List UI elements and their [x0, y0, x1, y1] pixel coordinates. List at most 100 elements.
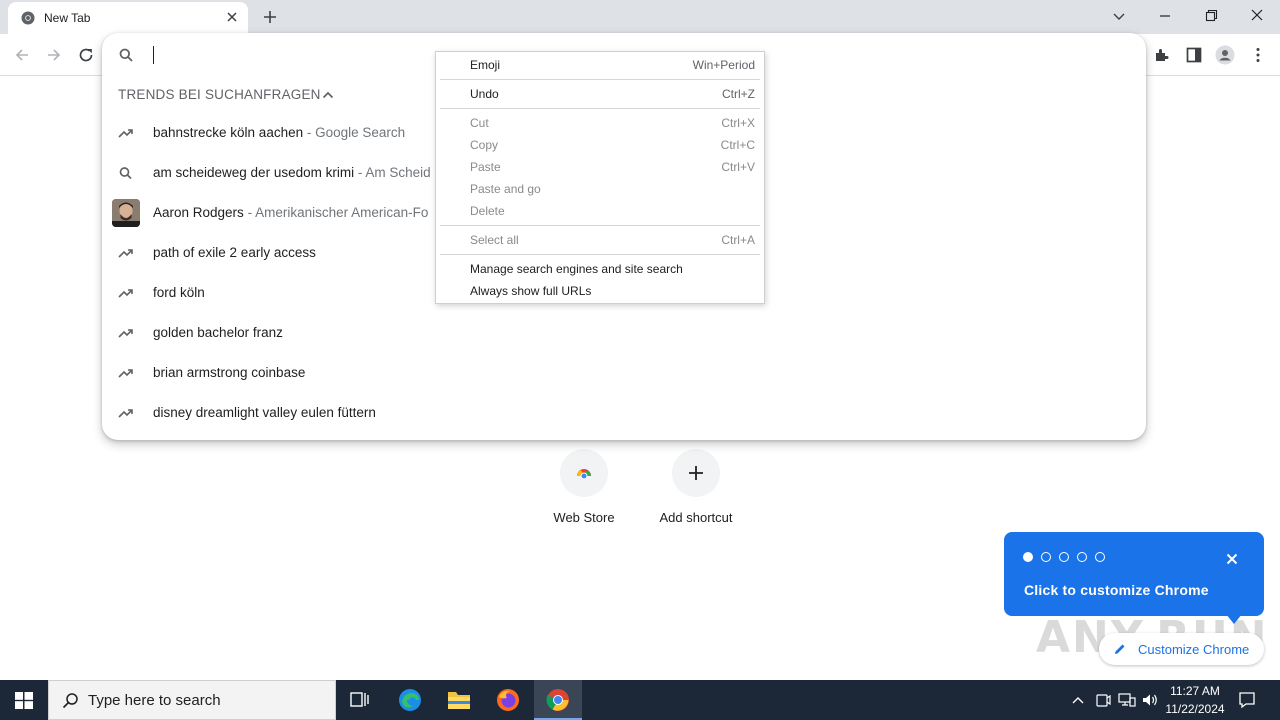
menu-item-shortcut: Ctrl+X	[721, 116, 755, 130]
suggestion-row[interactable]: golden bachelor franz	[102, 313, 1146, 353]
menu-item-label: Paste	[470, 160, 501, 174]
omnibox-input[interactable]	[153, 46, 154, 64]
trending-icon	[118, 289, 133, 298]
windows-taskbar: Type here to search 11:27 AM 11/22/2024	[0, 680, 1280, 720]
menu-item-label: Manage search engines and site search	[470, 262, 683, 276]
shortcut-label: Web Store	[553, 510, 615, 525]
taskbar-search-box[interactable]: Type here to search	[48, 680, 336, 720]
menu-item-manage-search-engines[interactable]: Manage search engines and site search	[436, 258, 764, 280]
clock-time[interactable]: 11:27 AM	[1160, 684, 1230, 698]
windows-start-icon[interactable]	[15, 692, 33, 709]
network-icon[interactable]	[1118, 692, 1136, 708]
trending-icon	[118, 249, 133, 258]
new-tab-plus-icon[interactable]	[260, 7, 280, 27]
taskbar-app-chrome[interactable]	[534, 680, 582, 720]
suggestion-subtext: - Google Search	[303, 125, 406, 140]
volume-icon[interactable]	[1141, 692, 1159, 708]
back-icon[interactable]	[12, 45, 32, 65]
close-icon[interactable]	[1226, 553, 1238, 565]
menu-item-shortcut: Ctrl+C	[720, 138, 755, 152]
edge-icon	[399, 689, 421, 711]
tab-title: New Tab	[44, 11, 91, 25]
step-dot	[1041, 552, 1051, 562]
trending-icon	[118, 369, 133, 378]
menu-item-label: Always show full URLs	[470, 284, 592, 298]
suggestion-text: bahnstrecke köln aachen	[153, 125, 304, 140]
taskbar-search-placeholder: Type here to search	[88, 692, 221, 709]
tab-strip: New Tab	[0, 0, 1280, 34]
profile-avatar-icon[interactable]	[1215, 45, 1235, 65]
close-window-icon[interactable]	[1245, 6, 1269, 26]
notifications-icon[interactable]	[1238, 691, 1256, 709]
search-icon	[119, 48, 133, 62]
menu-item-select-all[interactable]: Select all Ctrl+A	[436, 229, 764, 251]
menu-item-delete[interactable]: Delete	[436, 200, 764, 222]
avatar	[112, 199, 140, 227]
shortcut-label: Add shortcut	[659, 510, 733, 525]
menu-item-paste[interactable]: Paste Ctrl+V	[436, 156, 764, 178]
suggestion-row[interactable]: brian armstrong coinbase	[102, 353, 1146, 393]
restore-icon[interactable]	[1199, 6, 1223, 26]
menu-item-label: Emoji	[470, 58, 501, 72]
taskbar-app-edge[interactable]	[386, 680, 434, 720]
menu-item-label: Select all	[470, 233, 519, 247]
chrome-icon	[21, 11, 35, 25]
extensions-icon[interactable]	[1152, 45, 1172, 65]
menu-item-label: Delete	[470, 204, 505, 218]
meet-now-icon[interactable]	[1095, 692, 1111, 708]
menu-separator	[440, 254, 760, 255]
menu-item-label: Paste and go	[470, 182, 541, 196]
task-view-icon	[350, 692, 369, 707]
clock-date[interactable]: 11/22/2024	[1160, 702, 1230, 716]
plus-icon	[672, 449, 720, 497]
suggestion-subtext: - Am Scheid	[354, 165, 431, 180]
forward-icon[interactable]	[44, 45, 64, 65]
more-menu-icon[interactable]	[1248, 45, 1268, 65]
tab-new-tab[interactable]: New Tab	[8, 2, 248, 34]
taskbar-app-firefox[interactable]	[484, 680, 532, 720]
menu-item-copy[interactable]: Copy Ctrl+C	[436, 134, 764, 156]
firefox-icon	[497, 689, 519, 711]
minimize-icon[interactable]	[1153, 6, 1177, 26]
menu-item-undo[interactable]: Undo Ctrl+Z	[436, 83, 764, 105]
suggestion-text: Aaron Rodgers	[153, 205, 244, 220]
step-dot	[1095, 552, 1105, 562]
folder-icon	[448, 692, 470, 709]
chevron-up-icon[interactable]	[321, 88, 335, 102]
tab-search-chevron-icon[interactable]	[1107, 6, 1131, 26]
shortcut-web-store[interactable]: Web Store	[528, 449, 640, 549]
menu-item-emoji[interactable]: Emoji Win+Period	[436, 54, 764, 76]
taskbar-app-file-explorer[interactable]	[435, 680, 483, 720]
suggestion-row[interactable]: disney dreamlight valley eulen füttern	[102, 393, 1146, 433]
web-store-icon	[560, 449, 608, 497]
suggestion-text: disney dreamlight valley eulen füttern	[153, 405, 376, 420]
menu-item-shortcut: Ctrl+V	[721, 160, 755, 174]
search-icon	[62, 693, 78, 709]
reload-icon[interactable]	[76, 45, 96, 65]
menu-item-label: Copy	[470, 138, 499, 152]
trending-icon	[118, 329, 133, 338]
side-panel-icon[interactable]	[1184, 45, 1204, 65]
customize-chrome-button[interactable]: Customize Chrome	[1099, 633, 1264, 665]
chrome-icon	[546, 689, 569, 711]
trends-section-header: TRENDS BEI SUCHANFRAGEN	[118, 87, 321, 102]
customize-chrome-bubble: Click to customize Chrome	[1004, 532, 1264, 624]
search-icon	[119, 167, 132, 180]
chevron-up-icon[interactable]	[1071, 694, 1085, 706]
menu-separator	[440, 108, 760, 109]
menu-item-paste-and-go[interactable]: Paste and go	[436, 178, 764, 200]
trending-icon	[118, 409, 133, 418]
menu-item-shortcut: Ctrl+A	[721, 233, 755, 247]
menu-item-shortcut: Ctrl+Z	[722, 87, 755, 101]
menu-item-shortcut: Win+Period	[692, 58, 755, 72]
suggestion-text: path of exile 2 early access	[153, 245, 316, 260]
menu-item-show-full-urls[interactable]: Always show full URLs	[436, 280, 764, 302]
close-tab-icon[interactable]	[224, 9, 240, 25]
menu-separator	[440, 225, 760, 226]
suggestion-text: brian armstrong coinbase	[153, 365, 306, 380]
menu-item-cut[interactable]: Cut Ctrl+X	[436, 112, 764, 134]
step-dot-active	[1023, 552, 1033, 562]
customize-chrome-label: Customize Chrome	[1138, 642, 1250, 657]
task-view-button[interactable]	[336, 680, 384, 720]
shortcut-add[interactable]: Add shortcut	[640, 449, 752, 549]
